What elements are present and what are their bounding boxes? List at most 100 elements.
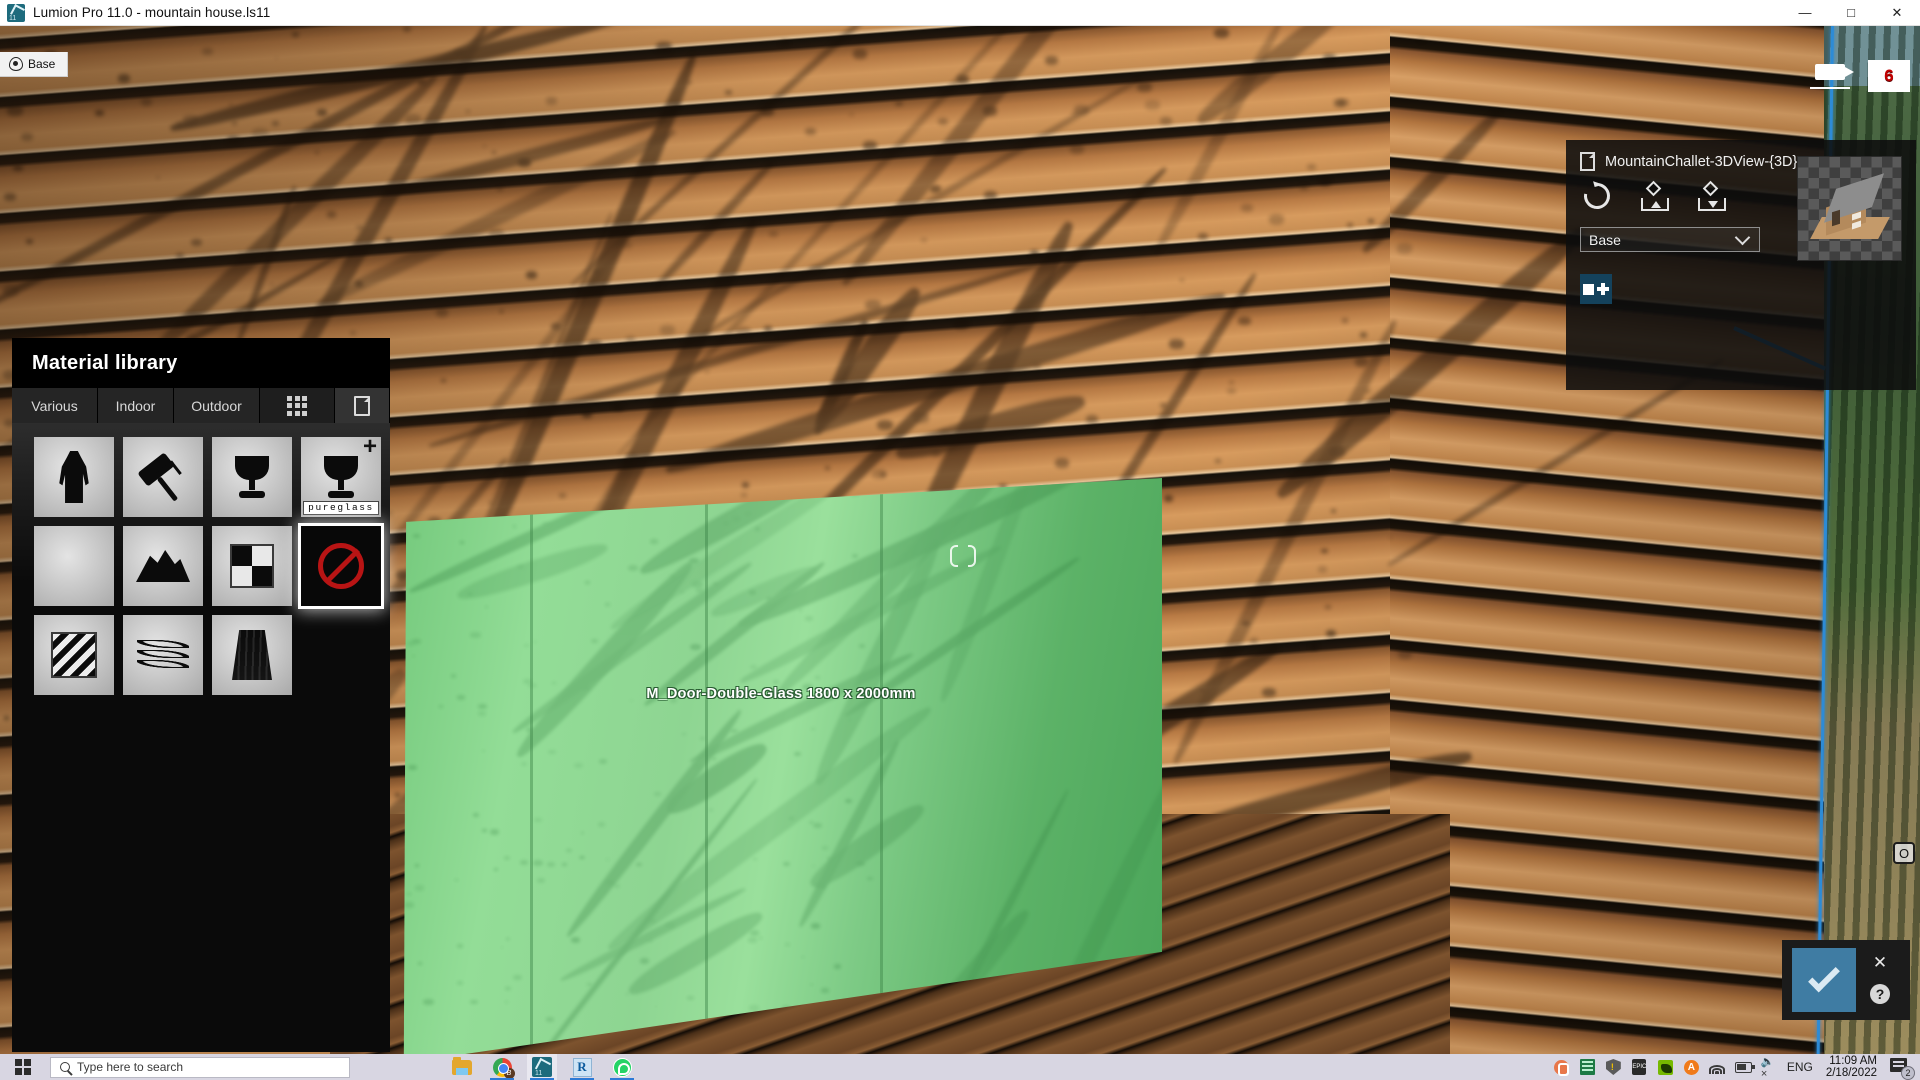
- mountain-icon: [136, 550, 190, 582]
- material-item-person[interactable]: [34, 437, 114, 517]
- security-tray-icon[interactable]: [1605, 1059, 1622, 1076]
- epic-games-tray-icon[interactable]: EPIC: [1631, 1059, 1648, 1076]
- record-widgets: 6: [1810, 60, 1910, 92]
- acrobat-tray-icon[interactable]: A: [1683, 1059, 1700, 1076]
- confirm-toolbar: ✕ ?: [1782, 940, 1910, 1020]
- export-icon: [1698, 180, 1728, 211]
- taskbar-app-revit[interactable]: R: [567, 1054, 597, 1080]
- material-item-glass[interactable]: [212, 437, 292, 517]
- orbit-toggle-button[interactable]: O: [1893, 842, 1915, 864]
- taskbar-app-lumion-pro[interactable]: [527, 1054, 557, 1080]
- 3d-viewport[interactable]: M_Door-Double-Glass 1800 x 2000mm Base 6…: [0, 26, 1920, 1054]
- reload-model-button[interactable]: [1578, 177, 1616, 215]
- tab-indoor[interactable]: Indoor: [98, 388, 174, 423]
- minimize-button[interactable]: —: [1782, 0, 1828, 26]
- grid-icon: [287, 395, 307, 416]
- taskbar-app-whatsapp[interactable]: [607, 1054, 637, 1080]
- fabric-icon: [232, 630, 272, 680]
- language-indicator[interactable]: ENG: [1787, 1060, 1813, 1074]
- material-grid: + pureglass: [34, 435, 390, 695]
- notification-count-badge: 2: [1901, 1066, 1915, 1080]
- battery-icon: [1734, 1061, 1755, 1073]
- taskbar-app-google-chrome[interactable]: B: [487, 1054, 517, 1080]
- camera-slot-number: 6: [1884, 66, 1894, 85]
- windows-logo-icon: [15, 1059, 31, 1075]
- door-shadow-overlay: [403, 478, 1162, 1054]
- eye-icon: [9, 57, 23, 71]
- window-titlebar: Lumion Pro 11.0 - mountain house.ls11 — …: [0, 0, 1920, 26]
- maximize-button[interactable]: □: [1828, 0, 1874, 26]
- file-icon: [1580, 152, 1595, 171]
- model-properties-panel: MountainChallet-3DView-{3D} Base: [1566, 140, 1916, 390]
- confirm-button[interactable]: [1792, 948, 1856, 1012]
- wifi-icon: [1709, 1061, 1726, 1074]
- tab-grid-view[interactable]: [260, 388, 335, 423]
- page-icon: [354, 395, 370, 416]
- camera-slot-button[interactable]: 6: [1868, 60, 1910, 92]
- material-item-water[interactable]: [123, 615, 203, 695]
- material-item-landscape[interactable]: [123, 526, 203, 606]
- material-item-checker[interactable]: [212, 526, 292, 606]
- layer-tab-label: Base: [28, 57, 56, 71]
- selected-door-surface[interactable]: M_Door-Double-Glass 1800 x 2000mm: [403, 478, 1162, 1054]
- 3d-model-thumbnail[interactable]: [1797, 156, 1902, 261]
- help-button[interactable]: ?: [1870, 984, 1890, 1004]
- chrome-icon: B: [492, 1057, 515, 1079]
- material-item-paint-roller[interactable]: [123, 437, 203, 517]
- material-library-panel: Material library Various Indoor Outdoor: [12, 338, 390, 1052]
- window-controls: — □ ✕: [1782, 0, 1920, 26]
- glass-icon: [235, 456, 269, 498]
- acrobat-icon: A: [1683, 1059, 1699, 1075]
- shield-warning-icon: [1605, 1059, 1621, 1075]
- checker-icon: [230, 544, 274, 588]
- volume-tray-icon[interactable]: 🔈×: [1761, 1056, 1778, 1080]
- tab-various[interactable]: Various: [12, 388, 98, 423]
- windows-taskbar: Type here to search B R EPIC A: [0, 1054, 1920, 1080]
- tab-outdoor[interactable]: Outdoor: [174, 388, 260, 423]
- excel-tray-icon[interactable]: [1579, 1059, 1596, 1076]
- clock[interactable]: 11:09 AM 2/18/2022: [1826, 1055, 1877, 1079]
- search-placeholder: Type here to search: [77, 1060, 184, 1074]
- material-library-body: + pureglass: [12, 423, 390, 1052]
- material-item-plain-color[interactable]: [34, 526, 114, 606]
- tab-custom-material[interactable]: [335, 388, 390, 423]
- video-camera-icon: [1815, 63, 1854, 80]
- lumion-app-icon: [7, 3, 25, 22]
- add-layer-swatch[interactable]: [1580, 274, 1612, 304]
- paint-roller-icon: [137, 451, 189, 503]
- material-library-title: Material library: [12, 338, 390, 388]
- import-material-button[interactable]: [1641, 180, 1673, 213]
- model-name: MountainChallet-3DView-{3D}: [1605, 153, 1798, 170]
- export-material-button[interactable]: [1698, 180, 1730, 213]
- close-button[interactable]: ✕: [1874, 0, 1920, 26]
- stripes-icon: [51, 632, 97, 678]
- taskbar-apps: B R: [447, 1054, 637, 1080]
- clock-date: 2/18/2022: [1825, 1067, 1877, 1079]
- layer-select-value: Base: [1589, 231, 1621, 248]
- taskbar-app-file-explorer[interactable]: [447, 1054, 477, 1080]
- material-item-fabric[interactable]: [212, 615, 292, 695]
- start-button[interactable]: [0, 1054, 46, 1080]
- plus-icon: [1597, 283, 1609, 295]
- material-item-pureglass[interactable]: + pureglass: [301, 435, 381, 517]
- search-input[interactable]: Type here to search: [50, 1056, 350, 1078]
- folder-icon: [452, 1056, 472, 1075]
- nvidia-tray-icon[interactable]: [1657, 1059, 1674, 1076]
- material-item-stripes[interactable]: [34, 615, 114, 695]
- notification-center-button[interactable]: 2: [1890, 1056, 1915, 1080]
- layer-tab-base[interactable]: Base: [0, 52, 68, 77]
- excel-icon: [1579, 1059, 1595, 1075]
- whatsapp-icon: [612, 1057, 632, 1077]
- network-tray-icon[interactable]: [1709, 1059, 1726, 1076]
- layer-select-dropdown[interactable]: Base: [1580, 227, 1760, 252]
- material-item-no-material[interactable]: [298, 523, 384, 609]
- house-model-preview: [1810, 173, 1890, 239]
- cancel-button[interactable]: ✕: [1873, 954, 1887, 971]
- video-camera-button[interactable]: [1810, 63, 1854, 89]
- sketchup-icon: [1553, 1059, 1569, 1076]
- epic-icon: EPIC: [1632, 1059, 1646, 1075]
- sketchup-tray-icon[interactable]: [1553, 1059, 1570, 1076]
- battery-tray-icon[interactable]: [1734, 1059, 1755, 1076]
- waves-icon: [137, 640, 189, 670]
- chevron-down-icon: [1734, 229, 1751, 245]
